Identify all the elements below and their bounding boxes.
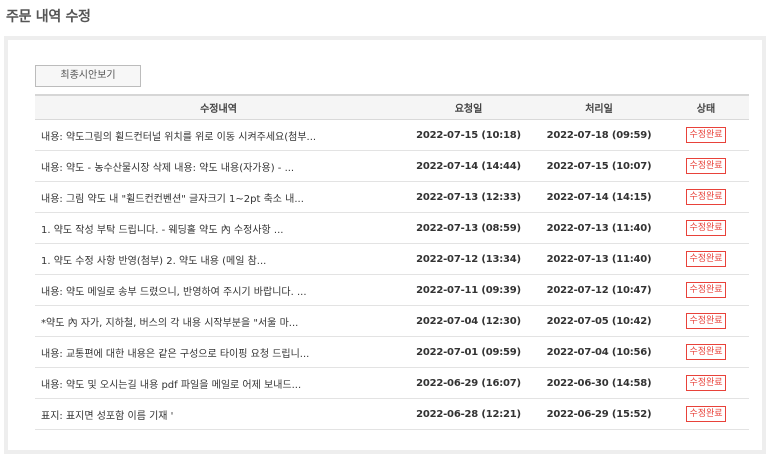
requested-date: 2022-07-12 (13:34) xyxy=(402,243,535,275)
status-badge: 수정완료 xyxy=(686,158,726,174)
column-header-processed: 처리일 xyxy=(535,94,663,120)
status-cell: 수정완료 xyxy=(663,305,749,337)
status-cell: 수정완료 xyxy=(663,243,749,275)
column-header-content: 수정내역 xyxy=(35,94,402,120)
revision-content[interactable]: *약도 內 자가, 지하철, 버스의 각 내용 시작부분을 "서울 마... xyxy=(35,305,402,337)
revision-history-table: 수정내역 요청일 처리일 상태 내용: 약도그림의 휠드컨터널 위치를 위로 이… xyxy=(35,94,749,430)
history-panel: 최종시안보기 수정내역 요청일 처리일 상태 내용: 약도그림의 휠드컨터널 위… xyxy=(4,36,766,454)
revision-content[interactable]: 1. 약도 수정 사항 반영(첨부) 2. 약도 내용 (메일 참... xyxy=(35,243,402,275)
page-title: 주문 내역 수정 xyxy=(6,9,91,25)
status-cell: 수정완료 xyxy=(663,181,749,213)
redacted-area xyxy=(177,410,246,421)
processed-date: 2022-07-18 (09:59) xyxy=(535,119,663,151)
table-row[interactable]: 내용: 약도그림의 휠드컨터널 위치를 위로 이동 시켜주세요(첨부... 20… xyxy=(35,119,749,151)
revision-content[interactable]: 1. 약도 작성 부탁 드립니다. - 웨딩홀 약도 內 수정사항 ... xyxy=(35,212,402,244)
processed-date: 2022-07-13 (11:40) xyxy=(535,243,663,275)
requested-date: 2022-07-11 (09:39) xyxy=(402,274,535,306)
status-badge: 수정완료 xyxy=(686,375,726,391)
table-row[interactable]: 내용: 약도 메일로 송부 드렸으니, 반영하여 주시기 바랍니다. ... 2… xyxy=(35,274,749,306)
column-header-status: 상태 xyxy=(663,94,749,120)
status-cell: 수정완료 xyxy=(663,274,749,306)
processed-date: 2022-07-04 (10:56) xyxy=(535,336,663,368)
requested-date: 2022-07-13 (08:59) xyxy=(402,212,535,244)
requested-date: 2022-06-29 (16:07) xyxy=(402,367,535,399)
status-cell: 수정완료 xyxy=(663,336,749,368)
status-badge: 수정완료 xyxy=(686,189,726,205)
table-row[interactable]: 내용: 약도 - 농수산물시장 삭제 내용: 약도 내용(자가용) - ... … xyxy=(35,150,749,182)
requested-date: 2022-06-28 (12:21) xyxy=(402,398,535,430)
final-preview-button[interactable]: 최종시안보기 xyxy=(35,65,141,87)
requested-date: 2022-07-15 (10:18) xyxy=(402,119,535,151)
status-badge: 수정완료 xyxy=(686,313,726,329)
processed-date: 2022-07-05 (10:42) xyxy=(535,305,663,337)
revision-content[interactable]: 내용: 약도 - 농수산물시장 삭제 내용: 약도 내용(자가용) - ... xyxy=(35,150,402,182)
processed-date: 2022-06-29 (15:52) xyxy=(535,398,663,430)
table-row[interactable]: *약도 內 자가, 지하철, 버스의 각 내용 시작부분을 "서울 마... 2… xyxy=(35,305,749,337)
processed-date: 2022-07-13 (11:40) xyxy=(535,212,663,244)
status-badge: 수정완료 xyxy=(686,251,726,267)
column-header-requested: 요청일 xyxy=(402,94,535,120)
table-row[interactable]: 1. 약도 작성 부탁 드립니다. - 웨딩홀 약도 內 수정사항 ... 20… xyxy=(35,212,749,244)
processed-date: 2022-07-14 (14:15) xyxy=(535,181,663,213)
status-badge: 수정완료 xyxy=(686,406,726,422)
requested-date: 2022-07-04 (12:30) xyxy=(402,305,535,337)
revision-content[interactable]: 내용: 약도그림의 휠드컨터널 위치를 위로 이동 시켜주세요(첨부... xyxy=(35,119,402,151)
status-cell: 수정완료 xyxy=(663,150,749,182)
revision-content[interactable]: 내용: 약도 메일로 송부 드렸으니, 반영하여 주시기 바랍니다. ... xyxy=(35,274,402,306)
status-cell: 수정완료 xyxy=(663,119,749,151)
table-header-row: 수정내역 요청일 처리일 상태 xyxy=(35,94,749,120)
revision-content: 표지: 표지면 성포함 이름 기재 ' xyxy=(41,410,174,422)
status-cell: 수정완료 xyxy=(663,212,749,244)
status-cell: 수정완료 xyxy=(663,367,749,399)
revision-content-cell[interactable]: 표지: 표지면 성포함 이름 기재 ' xyxy=(35,398,402,430)
table-row[interactable]: 1. 약도 수정 사항 반영(첨부) 2. 약도 내용 (메일 참... 202… xyxy=(35,243,749,275)
revision-content[interactable]: 내용: 그림 약도 내 "휠드컨컨벤션" 글자크기 1~2pt 축소 내... xyxy=(35,181,402,213)
table-row[interactable]: 내용: 교통편에 대한 내용은 같은 구성으로 타이핑 요청 드립니... 20… xyxy=(35,336,749,368)
requested-date: 2022-07-14 (14:44) xyxy=(402,150,535,182)
table-row[interactable]: 표지: 표지면 성포함 이름 기재 ' 2022-06-28 (12:21) 2… xyxy=(35,398,749,430)
processed-date: 2022-06-30 (14:58) xyxy=(535,367,663,399)
table-row[interactable]: 내용: 그림 약도 내 "휠드컨컨벤션" 글자크기 1~2pt 축소 내... … xyxy=(35,181,749,213)
requested-date: 2022-07-13 (12:33) xyxy=(402,181,535,213)
revision-content[interactable]: 내용: 교통편에 대한 내용은 같은 구성으로 타이핑 요청 드립니... xyxy=(35,336,402,368)
table-row[interactable]: 내용: 약도 및 오시는길 내용 pdf 파일을 메일로 어제 보내드... 2… xyxy=(35,367,749,399)
status-badge: 수정완료 xyxy=(686,344,726,360)
requested-date: 2022-07-01 (09:59) xyxy=(402,336,535,368)
status-badge: 수정완료 xyxy=(686,220,726,236)
status-badge: 수정완료 xyxy=(686,282,726,298)
status-badge: 수정완료 xyxy=(686,127,726,143)
history-panel-inner: 최종시안보기 수정내역 요청일 처리일 상태 내용: 약도그림의 휠드컨터널 위… xyxy=(8,40,762,450)
revision-content[interactable]: 내용: 약도 및 오시는길 내용 pdf 파일을 메일로 어제 보내드... xyxy=(35,367,402,399)
processed-date: 2022-07-15 (10:07) xyxy=(535,150,663,182)
status-cell: 수정완료 xyxy=(663,398,749,430)
processed-date: 2022-07-12 (10:47) xyxy=(535,274,663,306)
